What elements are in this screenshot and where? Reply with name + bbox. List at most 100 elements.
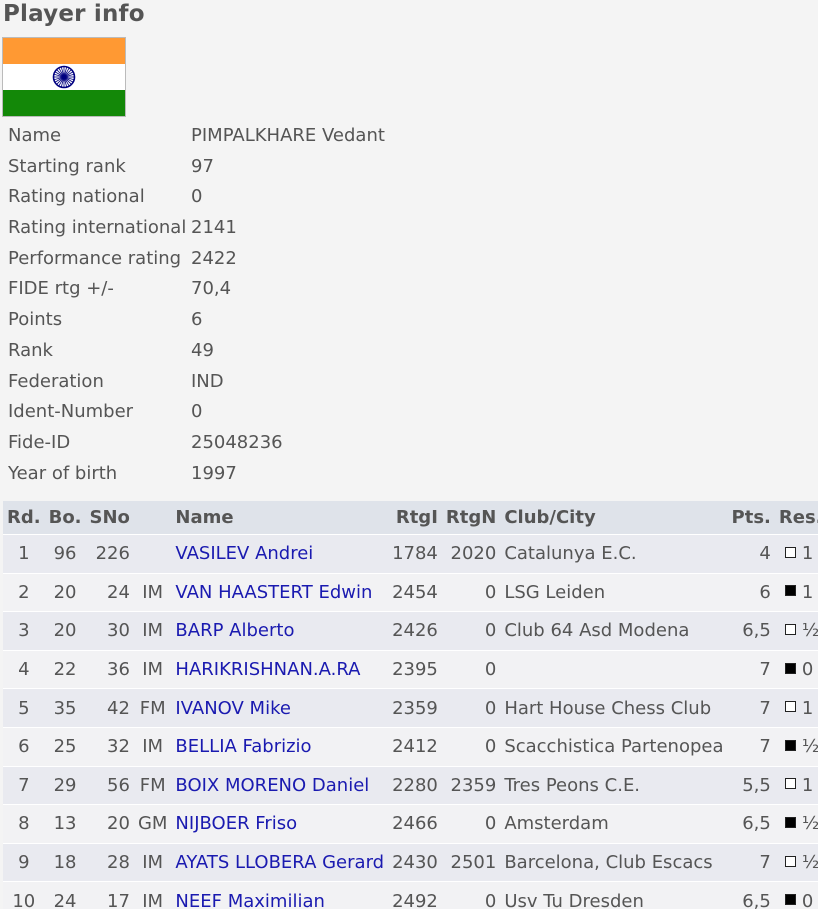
- info-label: Ident-Number: [8, 401, 134, 423]
- title-cell: IM: [133, 611, 172, 651]
- col-result: Res.: [774, 501, 818, 535]
- info-label: Name: [8, 125, 62, 146]
- info-value: 2422: [191, 247, 237, 269]
- result-value: 1: [801, 581, 814, 603]
- flag-green-stripe: [3, 89, 125, 116]
- result-cell: ½: [774, 842, 818, 882]
- rtgn-cell: 0: [441, 611, 501, 651]
- info-value: 1997: [191, 462, 237, 484]
- title-cell: IM: [133, 572, 172, 612]
- rtgn-cell: 2359: [441, 765, 501, 805]
- info-label: FIDE rtg +/-: [8, 278, 114, 300]
- table-row: 7 29 56 FM BOIX MORENO Daniel 2280 2359 Tres Pe…: [3, 765, 818, 805]
- rtgi-cell: 2280: [388, 765, 442, 805]
- rtgn-cell: 0: [441, 572, 501, 612]
- opponent-name-cell: BOIX MORENO Daniel: [171, 765, 389, 805]
- india-flag-icon: [2, 37, 126, 117]
- sno-cell: 32: [85, 726, 134, 767]
- result-value: 1: [801, 697, 814, 719]
- opponent-name-link[interactable]: IVANOV Mike: [175, 698, 291, 719]
- info-label: Rating national: [8, 186, 145, 208]
- result-value: ½: [801, 813, 818, 835]
- info-label: Federation: [8, 370, 104, 392]
- rtgi-cell: 1784: [388, 534, 442, 574]
- opponent-name-cell: NEEF Maximilian: [171, 881, 389, 909]
- ashoka-chakra-icon: [52, 65, 76, 89]
- board-cell: 20: [44, 611, 86, 651]
- result-cell: 1: [774, 572, 818, 612]
- sno-cell: 30: [85, 611, 134, 651]
- board-cell: 20: [44, 572, 86, 612]
- info-label: Starting rank: [8, 155, 126, 177]
- page: { "page": { "title": "Player info" }, "f…: [0, 0, 818, 909]
- title-cell: [133, 534, 172, 574]
- info-value: PIMPALKHARE Vedant: [191, 125, 385, 146]
- white-piece-icon: [784, 623, 796, 635]
- info-label: Rank: [8, 339, 53, 361]
- result-value: 1: [801, 774, 814, 796]
- info-label: Fide-ID: [8, 431, 71, 453]
- points-cell: 6: [727, 572, 775, 612]
- opponent-name-cell: AYATS LLOBERA Gerard: [171, 842, 389, 882]
- rtgn-cell: 0: [441, 649, 501, 689]
- opponent-name-cell: BARP Alberto: [171, 611, 389, 651]
- club-cell: LSG Leiden: [500, 572, 728, 612]
- col-title: [133, 501, 172, 535]
- col-sno: SNo: [85, 501, 134, 535]
- opponent-name-link[interactable]: VASILEV Andrei: [175, 543, 313, 564]
- rtgi-cell: 2395: [388, 649, 442, 689]
- info-row: Fide-ID 25048236: [8, 428, 385, 459]
- rtgn-cell: 0: [441, 881, 501, 909]
- rtgi-cell: 2412: [388, 726, 442, 767]
- opponent-name-link[interactable]: AYATS LLOBERA Gerard: [175, 852, 384, 873]
- white-piece-icon: [784, 701, 796, 713]
- opponent-name-link[interactable]: VAN HAASTERT Edwin: [175, 582, 372, 603]
- club-cell: Scacchistica Partenopea: [500, 726, 728, 767]
- opponent-name-link[interactable]: BOIX MORENO Daniel: [175, 775, 369, 796]
- table-row: 4 22 36 IM HARIKRISHNAN.A.RA 2395 0 7 0: [3, 649, 818, 689]
- opponent-name-cell: BELLIA Fabrizio: [171, 726, 389, 767]
- flag-saffron-stripe: [3, 38, 125, 64]
- title-cell: GM: [133, 804, 172, 844]
- sno-cell: 17: [85, 881, 134, 909]
- info-value: IND: [191, 370, 224, 392]
- rtgn-cell: 2501: [441, 842, 501, 882]
- title-cell: IM: [133, 881, 172, 909]
- result-cell: ½: [774, 804, 818, 844]
- club-cell: Tres Peons C.E.: [500, 765, 728, 805]
- result-value: 0: [801, 890, 814, 909]
- board-cell: 22: [44, 649, 86, 689]
- black-piece-icon: [784, 816, 796, 828]
- col-board: Bo.: [44, 501, 86, 535]
- opponent-name-link[interactable]: NIJBOER Friso: [175, 813, 297, 834]
- result-cell: 0: [774, 649, 818, 689]
- club-cell: [500, 649, 728, 689]
- opponent-name-link[interactable]: NEEF Maximilian: [175, 891, 324, 909]
- points-cell: 7: [727, 688, 775, 728]
- board-cell: 24: [44, 881, 86, 909]
- info-row: FIDE rtg +/- 70,4: [8, 274, 385, 305]
- round-cell: 1: [3, 534, 45, 574]
- info-row: Federation IND: [8, 367, 385, 398]
- info-value: 6: [191, 309, 203, 331]
- opponent-name-link[interactable]: BARP Alberto: [175, 620, 294, 641]
- result-value: ½: [801, 620, 818, 642]
- opponent-name-link[interactable]: BELLIA Fabrizio: [175, 736, 311, 757]
- title-cell: IM: [133, 842, 172, 882]
- board-cell: 25: [44, 726, 86, 767]
- rtgn-cell: 0: [441, 688, 501, 728]
- info-row: Ident-Number 0: [8, 397, 385, 428]
- black-piece-icon: [784, 739, 796, 751]
- opponent-name-link[interactable]: HARIKRISHNAN.A.RA: [175, 659, 360, 680]
- round-cell: 5: [3, 688, 45, 728]
- black-piece-icon: [784, 662, 796, 674]
- info-label: Performance rating: [8, 247, 182, 269]
- rtgi-cell: 2492: [388, 881, 442, 909]
- table-row: 3 20 30 IM BARP Alberto 2426 0 Club 64 Asd Mode…: [3, 611, 818, 651]
- club-cell: Hart House Chess Club: [500, 688, 728, 728]
- page-title: Player info: [3, 1, 145, 27]
- info-row: Rating international 2141: [8, 213, 385, 244]
- player-info-list: Name PIMPALKHARE Vedant Starting rank 97 Rat…: [8, 121, 385, 489]
- board-cell: 35: [44, 688, 86, 728]
- table-header-row: Rd. Bo. SNo Name RtgI RtgN Club/City Pts…: [3, 501, 818, 535]
